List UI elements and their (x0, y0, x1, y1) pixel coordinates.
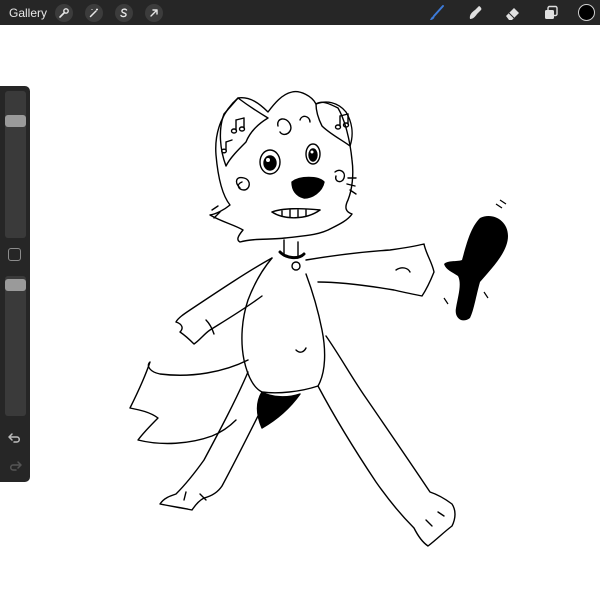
black-shape-drawing (443, 199, 508, 321)
arrow-cursor-icon (150, 8, 158, 17)
gallery-button[interactable]: Gallery (9, 6, 47, 20)
actions-button[interactable] (55, 3, 74, 22)
selection-s-icon (120, 7, 128, 17)
smudge-tool-button[interactable] (464, 2, 486, 24)
top-toolbar: Gallery (0, 0, 600, 25)
wrench-icon (59, 7, 69, 18)
layers-button[interactable] (540, 2, 562, 24)
eraser-icon (506, 7, 519, 20)
magic-wand-icon (89, 8, 99, 17)
eraser-tool-button[interactable] (502, 2, 524, 24)
character-drawing (129, 90, 456, 547)
adjustments-button[interactable] (85, 3, 104, 22)
color-picker-button[interactable] (578, 4, 595, 21)
right-toolbar (426, 0, 600, 25)
brush-icon (430, 4, 444, 20)
selection-button[interactable] (115, 3, 134, 22)
brush-tool-button[interactable] (426, 2, 448, 24)
layers-icon (545, 5, 558, 19)
drawing-canvas[interactable] (0, 25, 600, 600)
smudge-icon (469, 5, 482, 19)
transform-button[interactable] (145, 3, 164, 22)
